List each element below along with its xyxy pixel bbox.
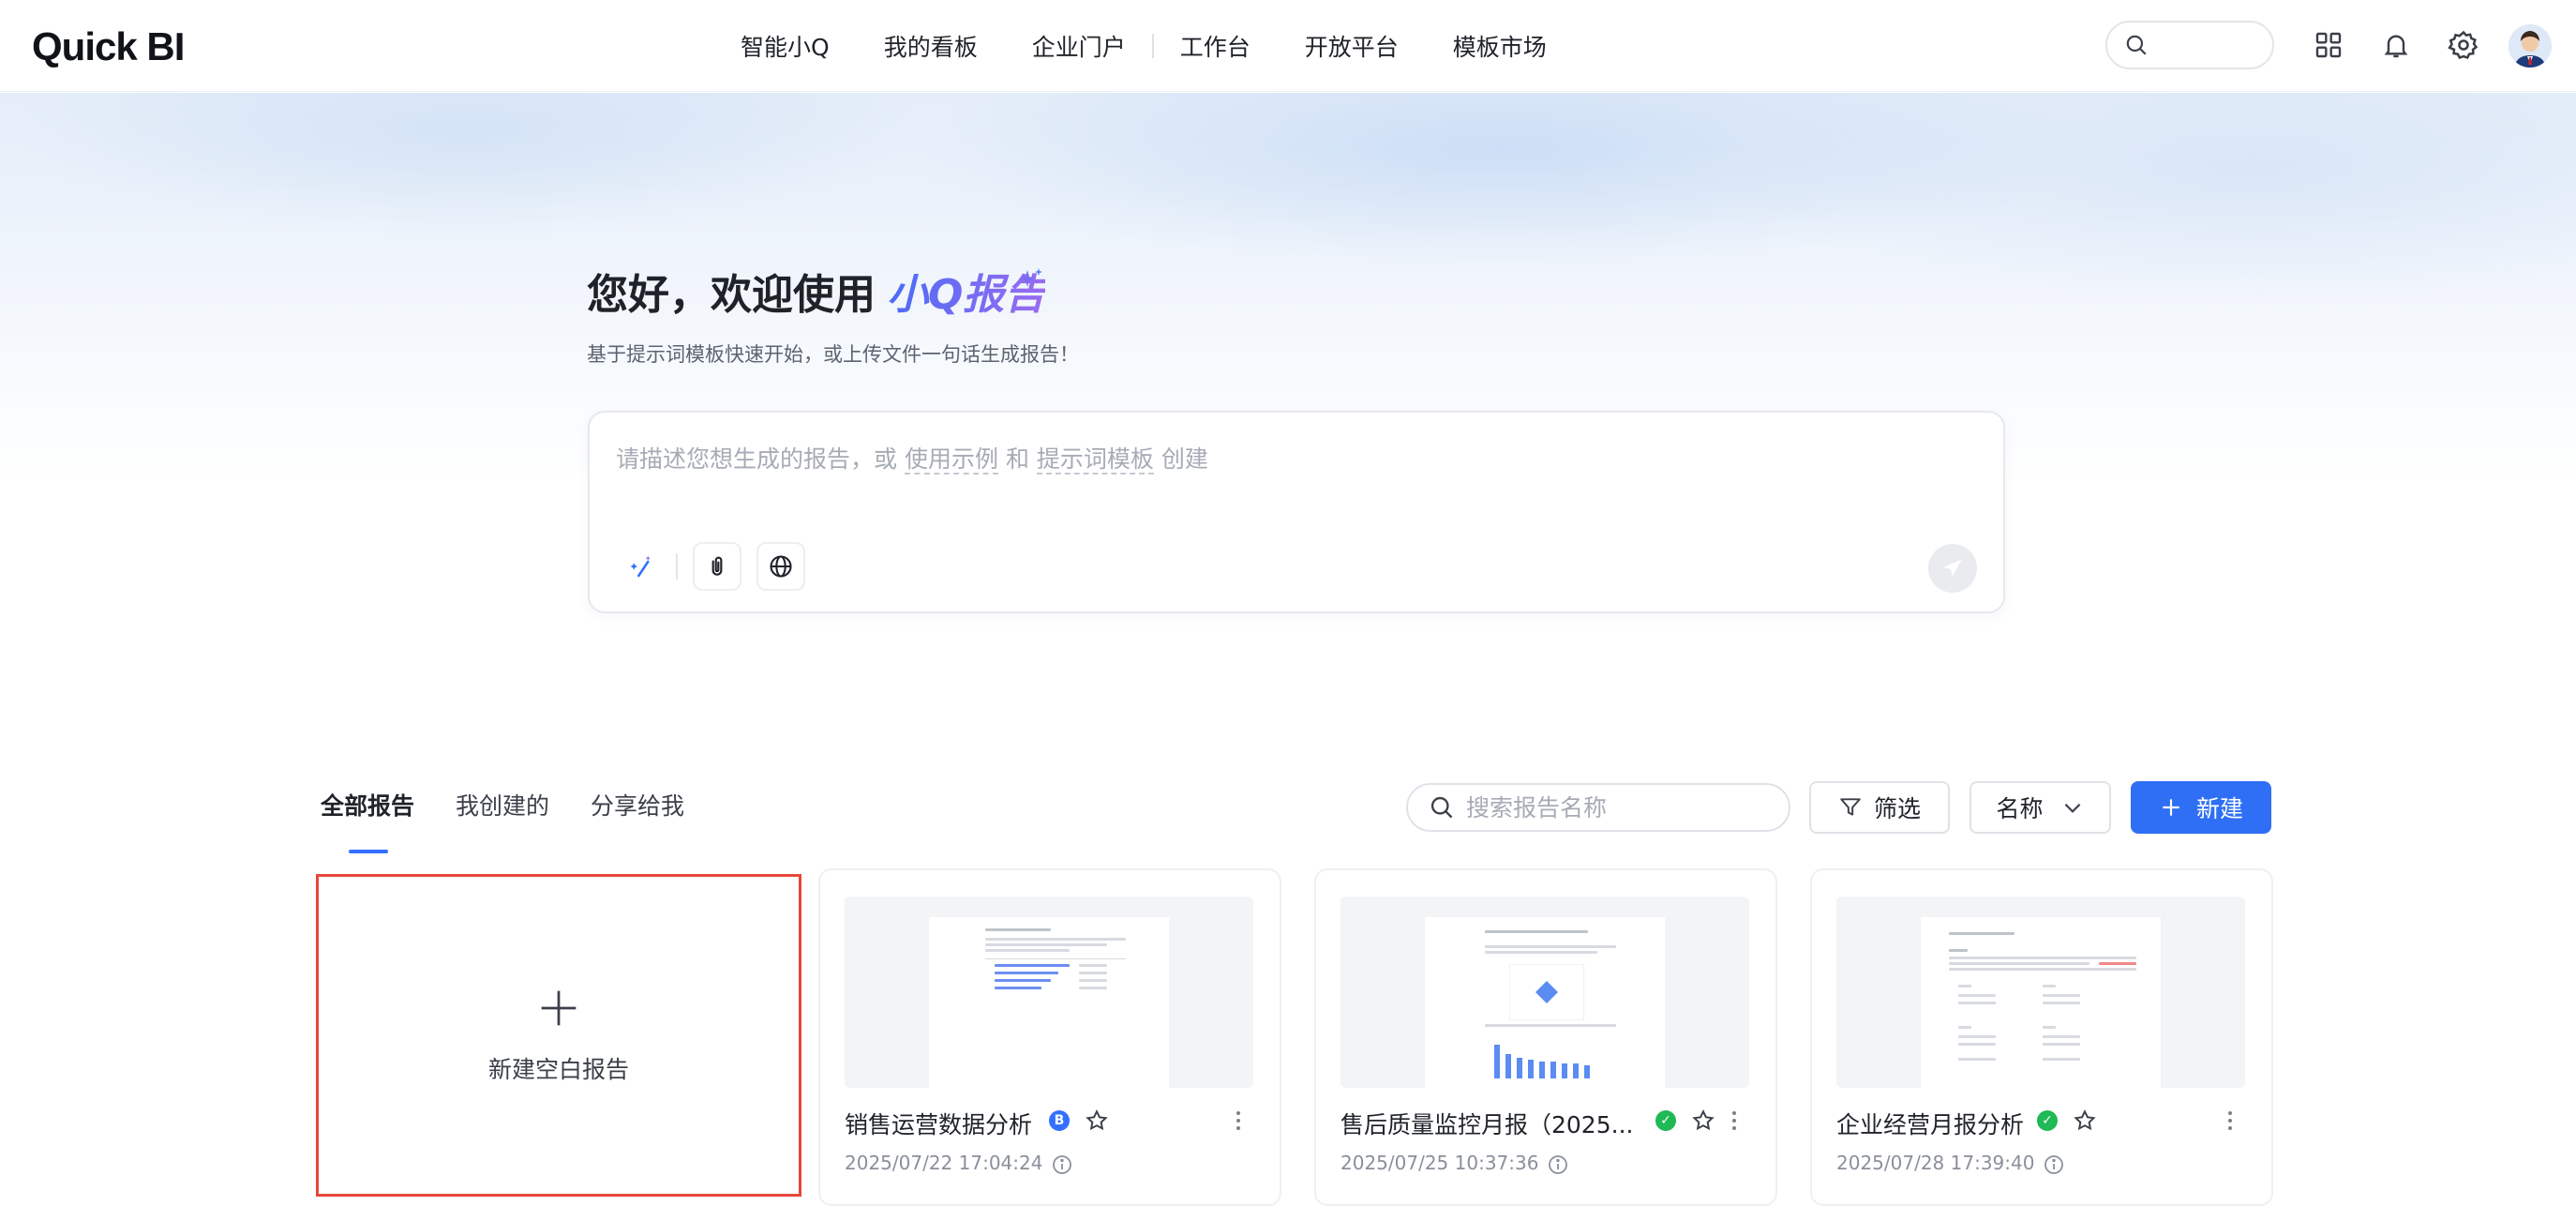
- nav-divider: [1151, 34, 1154, 58]
- report-title: 售后质量监控月报（2025...: [1340, 1111, 1631, 1138]
- report-thumbnail: [1836, 897, 2245, 1088]
- gear-icon[interactable]: [2445, 26, 2482, 64]
- verified-check-icon: ✓: [1655, 1110, 1676, 1131]
- send-icon: [1943, 559, 1962, 577]
- magic-wand-button[interactable]: [618, 542, 666, 591]
- new-report-label: 新建: [2195, 795, 2243, 822]
- report-title: 企业经营月报分析: [1836, 1111, 2025, 1138]
- prompt-placeholder-text: 请描述您想生成的报告，或: [616, 445, 898, 473]
- hero-title: 您好，欢迎使用 小Q报告: [587, 263, 1045, 319]
- tab-shared-with-me[interactable]: 分享给我: [591, 788, 684, 822]
- star-icon[interactable]: [1085, 1108, 1109, 1133]
- plus-icon: [538, 986, 579, 1038]
- active-tab-indicator: [349, 850, 388, 853]
- avatar[interactable]: [2509, 24, 2552, 68]
- nav-item-smart-q[interactable]: 智能小Q: [741, 29, 830, 63]
- report-date: 2025/07/22 17:04:24: [845, 1152, 1043, 1174]
- paperclip-icon: [711, 556, 723, 576]
- report-card[interactable]: 售后质量监控月报（2025... ✓ 2025/07/25 10:37:36: [1314, 868, 1777, 1206]
- global-search-input[interactable]: [2105, 21, 2274, 69]
- use-examples-link[interactable]: 使用示例: [904, 445, 998, 475]
- prompt-templates-link[interactable]: 提示词模板: [1036, 445, 1154, 475]
- filter-label: 筛选: [1873, 795, 1921, 822]
- prompt-placeholder-create: 创建: [1161, 445, 1208, 473]
- report-search-input[interactable]: [1466, 793, 1766, 822]
- info-icon[interactable]: [1547, 1153, 1569, 1176]
- star-icon[interactable]: [1691, 1108, 1715, 1133]
- beta-badge-icon: B: [1049, 1110, 1070, 1131]
- star-icon[interactable]: [2073, 1108, 2097, 1133]
- search-icon: [1430, 796, 1453, 819]
- hero-title-prefix: 您好，欢迎使用: [587, 271, 876, 319]
- report-date: 2025/07/25 10:37:36: [1340, 1152, 1539, 1174]
- chevron-down-icon: [2064, 803, 2080, 813]
- report-title: 销售运营数据分析: [845, 1111, 1033, 1138]
- hero-subtitle: 基于提示词模板快速开始，或上传文件一句话生成报告！: [587, 343, 1079, 366]
- report-card[interactable]: 企业经营月报分析 ✓ 2025/07/28 17:39:40: [1810, 868, 2273, 1206]
- sort-select[interactable]: 名称: [1969, 781, 2111, 834]
- info-icon[interactable]: [1051, 1153, 1073, 1176]
- filter-button[interactable]: 筛选: [1809, 781, 1950, 834]
- tool-divider: [676, 553, 678, 580]
- prompt-placeholder: 请描述您想生成的报告，或 使用示例 和 提示词模板 创建: [616, 441, 1208, 475]
- magic-wand-icon: [630, 555, 651, 578]
- nav-item-open-platform[interactable]: 开放平台: [1305, 29, 1399, 63]
- report-search-field[interactable]: [1406, 783, 1790, 832]
- search-icon: [2126, 35, 2147, 55]
- web-search-button[interactable]: [756, 542, 805, 591]
- logo-text: Quick BI: [32, 24, 185, 68]
- plus-icon: [2163, 799, 2179, 816]
- prompt-input-box[interactable]: 请描述您想生成的报告，或 使用示例 和 提示词模板 创建: [588, 411, 2005, 613]
- more-options-icon[interactable]: [1725, 1107, 1744, 1135]
- new-blank-report-label: 新建空白报告: [487, 1056, 629, 1083]
- nav-item-template-market[interactable]: 模板市场: [1453, 29, 1547, 63]
- report-card[interactable]: 销售运营数据分析 B 2025/07/22 17:04:24: [818, 868, 1281, 1206]
- report-tabs: 全部报告 我创建的 分享给我: [321, 788, 726, 822]
- tab-created-by-me[interactable]: 我创建的: [456, 788, 549, 822]
- tab-all-reports[interactable]: 全部报告: [321, 788, 414, 822]
- report-thumbnail: [845, 897, 1253, 1088]
- report-thumbnail: [1340, 897, 1749, 1088]
- quick-bi-logo[interactable]: Quick BI: [32, 24, 185, 69]
- new-report-button[interactable]: 新建: [2131, 781, 2271, 834]
- main-nav: 智能小Q 我的看板 企业门户 工作台 开放平台 模板市场: [741, 0, 1601, 92]
- globe-icon: [770, 555, 792, 578]
- nav-item-workbench[interactable]: 工作台: [1180, 29, 1251, 63]
- prompt-placeholder-and: 和: [1005, 445, 1029, 473]
- nav-item-my-dashboards[interactable]: 我的看板: [884, 29, 978, 63]
- sort-label: 名称: [1996, 795, 2044, 822]
- send-button[interactable]: [1928, 544, 1977, 593]
- nav-item-portal[interactable]: 企业门户: [1032, 29, 1126, 63]
- new-blank-report-card[interactable]: 新建空白报告: [316, 874, 801, 1197]
- attach-file-button[interactable]: [693, 542, 741, 591]
- sparkle-icon: [1019, 268, 1042, 287]
- filter-icon: [1840, 798, 1861, 816]
- report-date: 2025/07/28 17:39:40: [1836, 1152, 2035, 1174]
- top-bar: Quick BI 智能小Q 我的看板 企业门户 工作台 开放平台 模板市场: [0, 0, 2576, 92]
- info-icon[interactable]: [2043, 1153, 2065, 1176]
- bell-icon[interactable]: [2377, 26, 2415, 64]
- verified-check-icon: ✓: [2037, 1110, 2058, 1131]
- apps-grid-icon[interactable]: [2310, 26, 2347, 64]
- more-options-icon[interactable]: [1229, 1107, 1248, 1135]
- more-options-icon[interactable]: [2221, 1107, 2239, 1135]
